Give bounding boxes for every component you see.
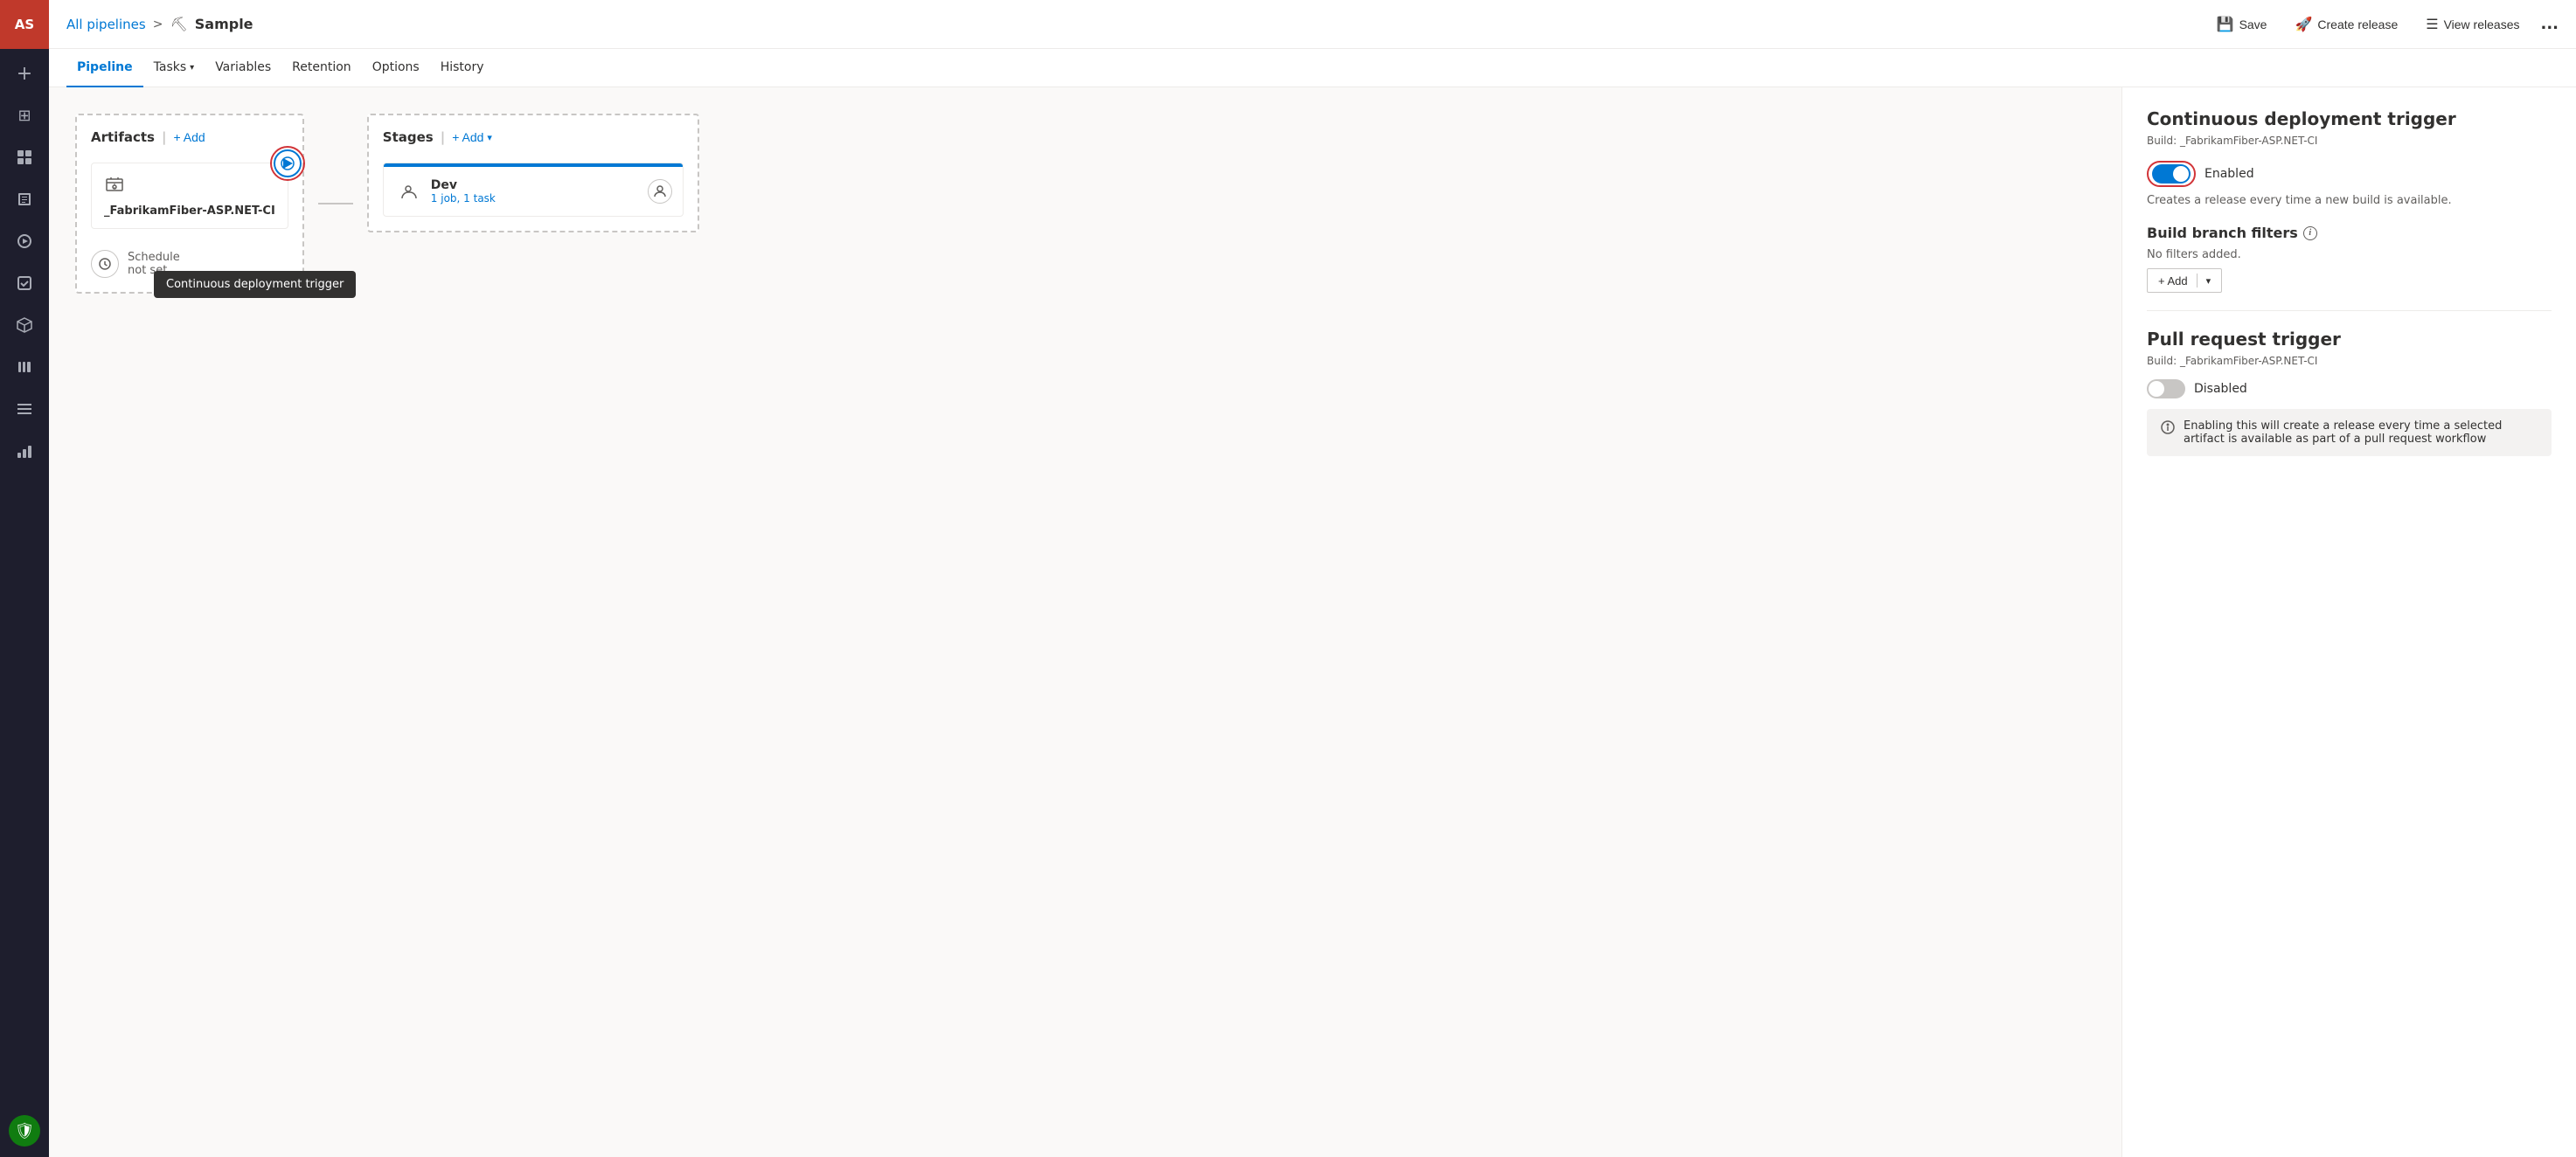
manage-icon[interactable]	[0, 388, 49, 430]
pr-toggle[interactable]	[2147, 379, 2185, 398]
stage-sub: 1 job, 1 task	[431, 192, 639, 204]
stage-card-body: Dev 1 job, 1 task	[384, 167, 683, 216]
right-panel: Continuous deployment trigger Build: _Fa…	[2121, 87, 2576, 1157]
trigger-tooltip: Continuous deployment trigger	[154, 271, 356, 298]
cd-trigger-section: Continuous deployment trigger Build: _Fa…	[2147, 108, 2552, 293]
add-filter-sep	[2197, 274, 2198, 288]
cd-trigger-button[interactable]	[274, 149, 302, 177]
pipelines-icon[interactable]	[0, 220, 49, 262]
pr-info-text: Enabling this will create a release ever…	[2184, 419, 2538, 446]
stage-card[interactable]: Dev 1 job, 1 task	[383, 163, 684, 217]
breadcrumb-separator: >	[153, 17, 163, 31]
topbar-actions: 💾 Save 🚀 Create release ☰ View releases …	[2210, 12, 2559, 37]
stage-info: Dev 1 job, 1 task	[431, 178, 639, 204]
add-icon[interactable]: +	[0, 52, 49, 94]
add-filter-label: + Add	[2158, 274, 2188, 288]
library-icon[interactable]	[0, 346, 49, 388]
view-releases-icon: ☰	[2426, 16, 2438, 33]
pr-info-box: Enabling this will create a release ever…	[2147, 409, 2552, 456]
add-stage-button[interactable]: + Add ▾	[452, 130, 492, 144]
cd-toggle-row: Enabled	[2147, 161, 2552, 187]
artifact-card[interactable]: _FabrikamFiber-ASP.NET-CI	[91, 163, 288, 229]
save-icon: 💾	[2217, 16, 2234, 33]
artifacts-header: Artifacts | + Add	[91, 129, 288, 145]
topbar: All pipelines > ⛏ Sample 💾 Save 🚀 Create…	[49, 0, 2576, 49]
artifacts-icon[interactable]	[0, 304, 49, 346]
content-area: Artifacts | + Add	[49, 87, 2576, 1157]
repos-icon[interactable]	[0, 178, 49, 220]
panel-divider	[2147, 310, 2552, 311]
branch-filters-title: Build branch filters i	[2147, 225, 2552, 241]
cd-trigger-subtitle: Build: _FabrikamFiber-ASP.NET-CI	[2147, 135, 2552, 147]
cd-toggle-highlight	[2147, 161, 2196, 187]
artifact-type-icon	[104, 174, 275, 199]
cd-toggle-desc: Creates a release every time a new build…	[2147, 194, 2552, 207]
stage-approver-button[interactable]	[648, 179, 672, 204]
no-filters-label: No filters added.	[2147, 248, 2552, 261]
create-release-label: Create release	[2317, 17, 2398, 31]
nav-tabs: Pipeline Tasks ▾ Variables Retention Opt…	[49, 49, 2576, 87]
artifacts-section: Artifacts | + Add	[75, 114, 304, 294]
pr-info-icon	[2161, 420, 2175, 438]
home-icon[interactable]: ⊞	[0, 94, 49, 136]
deploy2-icon[interactable]	[0, 430, 49, 472]
stages-section: Stages | + Add ▾	[367, 114, 699, 232]
stages-header-sep: |	[441, 129, 445, 145]
stage-name: Dev	[431, 178, 639, 192]
sidebar: AS + ⊞ 🛡	[0, 0, 49, 1157]
pipeline-name: Sample	[195, 16, 253, 32]
tab-variables[interactable]: Variables	[205, 49, 281, 87]
pr-trigger-section: Pull request trigger Build: _FabrikamFib…	[2147, 329, 2552, 456]
pr-trigger-title: Pull request trigger	[2147, 329, 2552, 350]
add-filter-button[interactable]: + Add ▾	[2147, 268, 2222, 293]
save-button[interactable]: 💾 Save	[2210, 12, 2274, 37]
stage-icon	[394, 177, 422, 205]
pipeline-layout: Artifacts | + Add	[75, 114, 2095, 294]
pr-toggle-row: Disabled	[2147, 379, 2552, 398]
pr-toggle-thumb	[2149, 381, 2164, 397]
branch-filters-info-icon[interactable]: i	[2303, 226, 2317, 240]
security-icon[interactable]: 🛡	[9, 1115, 40, 1147]
cd-toggle-thumb	[2173, 166, 2189, 182]
save-label: Save	[2239, 17, 2267, 31]
add-filter-chevron-icon: ▾	[2206, 275, 2211, 287]
testplans-icon[interactable]	[0, 262, 49, 304]
pipeline-icon: ⛏	[170, 16, 187, 32]
tab-history[interactable]: History	[430, 49, 495, 87]
cd-toggle-label: Enabled	[2205, 167, 2254, 181]
cd-trigger-title: Continuous deployment trigger	[2147, 108, 2552, 129]
view-releases-label: View releases	[2444, 17, 2520, 31]
tab-tasks[interactable]: Tasks ▾	[143, 49, 205, 87]
pipeline-canvas: Artifacts | + Add	[49, 87, 2121, 1157]
more-options-button[interactable]: ...	[2540, 15, 2559, 33]
create-release-icon: 🚀	[2295, 16, 2312, 33]
boards-icon[interactable]	[0, 136, 49, 178]
all-pipelines-link[interactable]: All pipelines	[66, 17, 146, 32]
stages-header: Stages | + Add ▾	[383, 129, 684, 145]
stages-title: Stages	[383, 129, 434, 145]
cd-toggle[interactable]	[2152, 164, 2191, 184]
artifact-name: _FabrikamFiber-ASP.NET-CI	[104, 204, 275, 218]
pr-trigger-subtitle: Build: _FabrikamFiber-ASP.NET-CI	[2147, 355, 2552, 367]
header-separator: |	[162, 129, 166, 145]
schedule-icon	[91, 250, 119, 278]
connector	[304, 203, 367, 204]
tab-pipeline[interactable]: Pipeline	[66, 49, 143, 87]
tab-retention[interactable]: Retention	[281, 49, 362, 87]
pr-toggle-label: Disabled	[2194, 382, 2247, 396]
tab-options[interactable]: Options	[362, 49, 430, 87]
add-artifact-button[interactable]: + Add	[173, 130, 205, 144]
artifacts-title: Artifacts	[91, 129, 155, 145]
view-releases-button[interactable]: ☰ View releases	[2419, 12, 2526, 37]
connector-line	[318, 203, 353, 204]
avatar: AS	[0, 0, 49, 49]
breadcrumb: All pipelines > ⛏ Sample	[66, 16, 253, 32]
main-area: All pipelines > ⛏ Sample 💾 Save 🚀 Create…	[49, 0, 2576, 1157]
create-release-button[interactable]: 🚀 Create release	[2288, 12, 2405, 37]
